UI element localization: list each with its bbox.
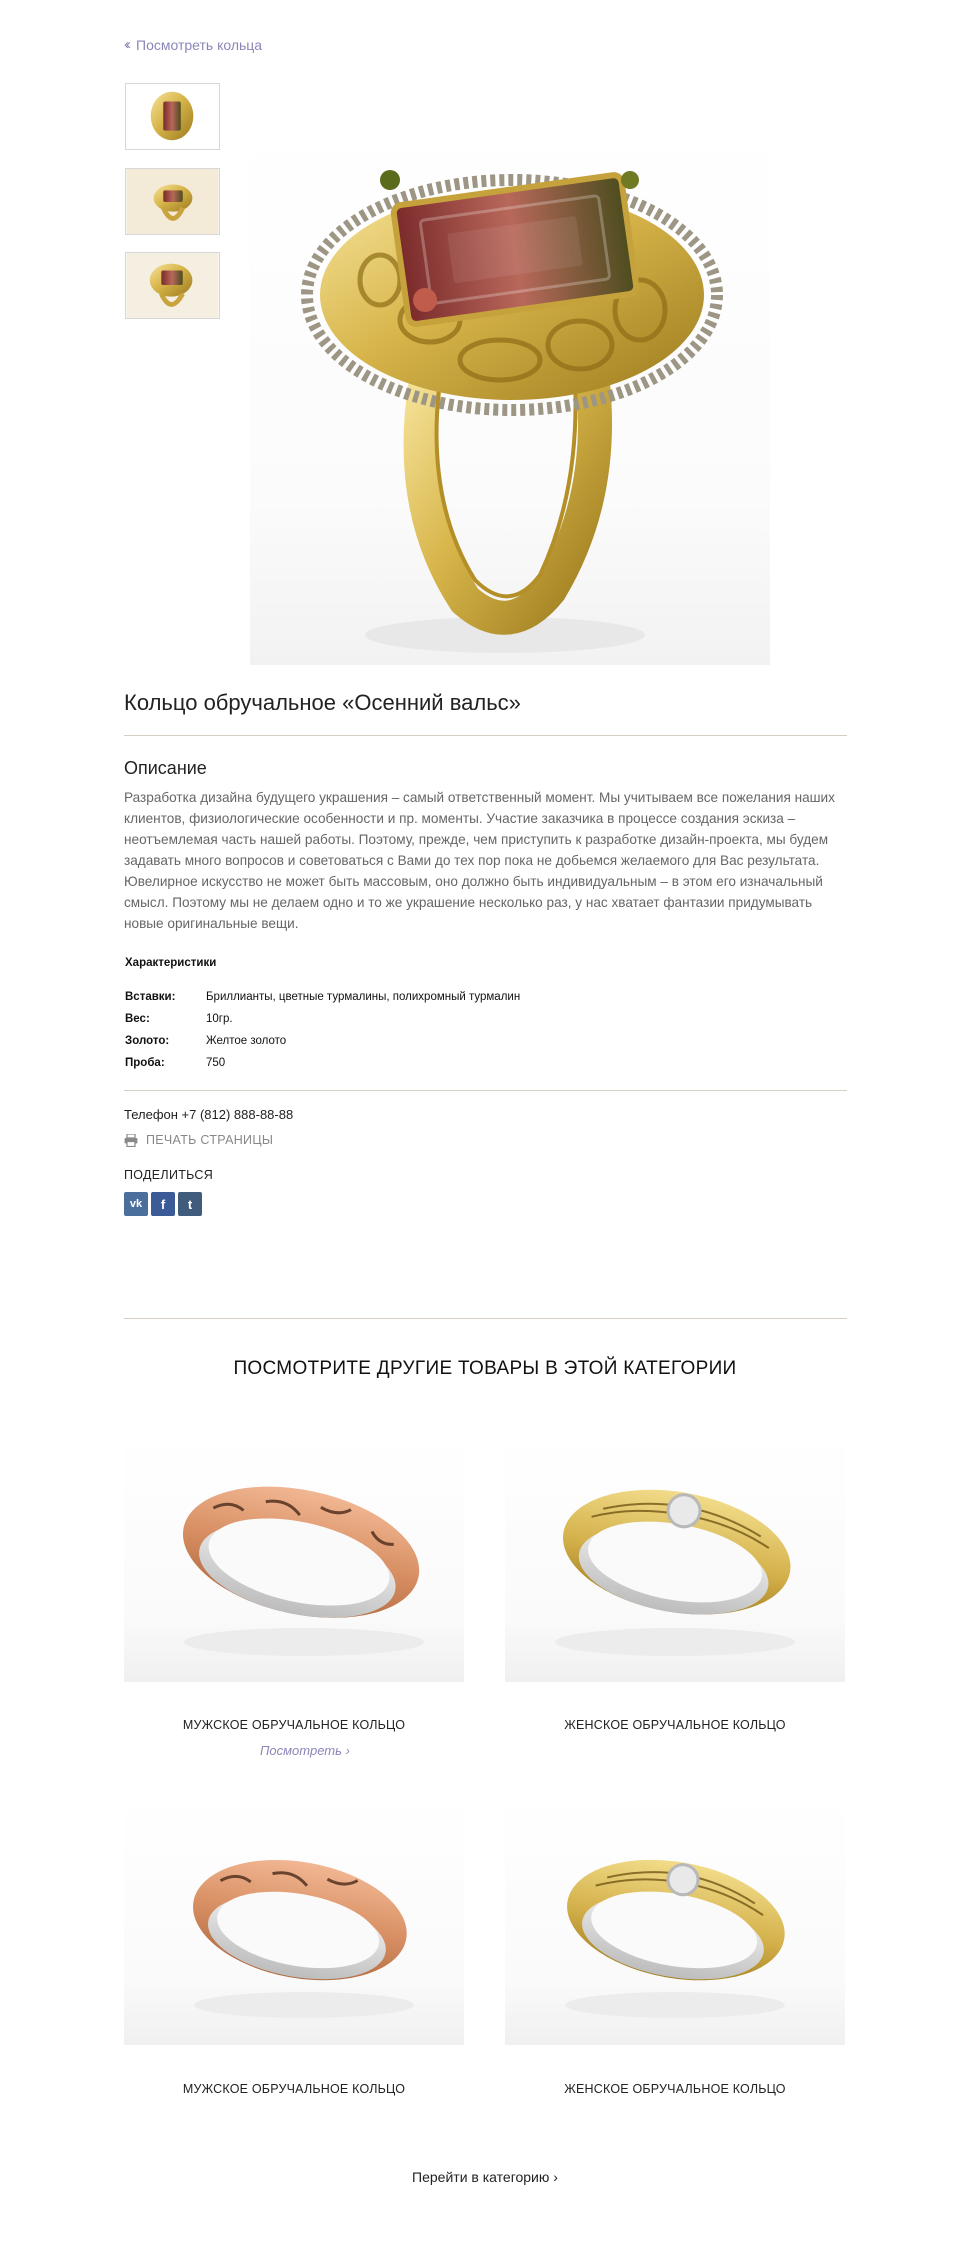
- share-label: ПОДЕЛИТЬСЯ: [124, 1168, 214, 1182]
- back-link-label: Посмотреть кольца: [136, 36, 263, 53]
- ring-autumn-waltz-image: [301, 170, 723, 653]
- char-key: Проба:: [125, 1057, 165, 1069]
- tumblr-icon: t: [187, 1196, 193, 1212]
- char-value: 750: [206, 1057, 226, 1069]
- description-heading: Описание: [124, 758, 207, 778]
- rose-gold-ring-image: [182, 1486, 424, 1656]
- char-value: 10гр.: [206, 1013, 233, 1025]
- related-product-name-3[interactable]: МУЖСКОЕ ОБРУЧАЛЬНОЕ КОЛЬЦО: [124, 2082, 464, 2096]
- related-product-image-4[interactable]: [505, 1795, 845, 2045]
- vk-share-button[interactable]: vk: [124, 1192, 148, 1216]
- category-link-label: Перейти в категорию: [412, 2169, 550, 2185]
- characteristics-heading: Характеристики: [125, 957, 217, 969]
- back-to-rings-link[interactable]: ‹‹ Посмотреть кольца: [124, 36, 262, 53]
- characteristics-divider: [124, 1090, 847, 1091]
- char-row-fineness: Проба: 750: [125, 1052, 520, 1074]
- yellow-gold-ring-image: [565, 1859, 785, 2018]
- related-product-image-2[interactable]: [505, 1432, 845, 1682]
- facebook-share-button[interactable]: f: [151, 1192, 175, 1216]
- rose-gold-ring-image: [193, 1859, 414, 2018]
- print-label: ПЕЧАТЬ СТРАНИЦЫ: [146, 1133, 274, 1147]
- printer-icon: [124, 1133, 138, 1147]
- characteristics-table: Вставки: Бриллианты, цветные турмалины, …: [125, 986, 520, 1074]
- phone-number: Телефон +7 (812) 888-88-88: [124, 1107, 294, 1122]
- view-label: Посмотреть: [260, 1743, 342, 1758]
- print-page-link[interactable]: ПЕЧАТЬ СТРАНИЦЫ: [124, 1133, 273, 1147]
- char-key: Золото:: [125, 1035, 170, 1047]
- go-to-category-link[interactable]: Перейти в категорию ›: [0, 2169, 970, 2185]
- thumbnail-ring-side-view[interactable]: [125, 168, 220, 235]
- chevron-right-icon: ›: [345, 1743, 350, 1758]
- ring-side-view-image: [126, 169, 219, 234]
- char-row-weight: Вес: 10гр.: [125, 1008, 520, 1030]
- char-key: Вес:: [125, 1013, 150, 1025]
- tumblr-share-button[interactable]: t: [178, 1192, 202, 1216]
- facebook-icon: f: [160, 1196, 166, 1212]
- related-product-name-4[interactable]: ЖЕНСКОЕ ОБРУЧАЛЬНОЕ КОЛЬЦО: [505, 2082, 845, 2096]
- thumbnail-ring-top-view[interactable]: [125, 83, 220, 150]
- vk-icon: vk: [129, 1198, 143, 1210]
- char-key: Вставки:: [125, 991, 176, 1003]
- char-value: Бриллианты, цветные турмалины, полихромн…: [206, 991, 521, 1003]
- related-divider: [124, 1318, 847, 1319]
- related-product-name-1[interactable]: МУЖСКОЕ ОБРУЧАЛЬНОЕ КОЛЬЦО: [124, 1718, 464, 1732]
- char-row-inserts: Вставки: Бриллианты, цветные турмалины, …: [125, 986, 520, 1008]
- related-product-image-3[interactable]: [124, 1795, 464, 2045]
- char-row-gold: Золото: Желтое золото: [125, 1030, 520, 1052]
- thumbnail-ring-angle-view[interactable]: [125, 252, 220, 319]
- main-product-photo: [250, 120, 770, 665]
- ring-angle-view-image: [126, 253, 219, 318]
- title-divider: [124, 735, 847, 736]
- chevron-right-icon: ›: [553, 2169, 558, 2185]
- description-text: Разработка дизайна будущего украшения – …: [124, 790, 835, 931]
- char-value: Желтое золото: [206, 1035, 287, 1047]
- product-title: Кольцо обручальное «Осенний вальс»: [124, 690, 521, 715]
- related-product-name-2[interactable]: ЖЕНСКОЕ ОБРУЧАЛЬНОЕ КОЛЬЦО: [505, 1718, 845, 1732]
- double-chevron-left-icon: ‹‹: [124, 36, 131, 53]
- related-product-image-1[interactable]: [124, 1432, 464, 1682]
- yellow-gold-ring-image: [555, 1489, 795, 1656]
- related-product-view-link-1[interactable]: Посмотреть ›: [260, 1743, 350, 1758]
- ring-top-view-image: [150, 91, 194, 141]
- related-section-title: ПОСМОТРИТЕ ДРУГИЕ ТОВАРЫ В ЭТОЙ КАТЕГОРИ…: [233, 1358, 737, 1379]
